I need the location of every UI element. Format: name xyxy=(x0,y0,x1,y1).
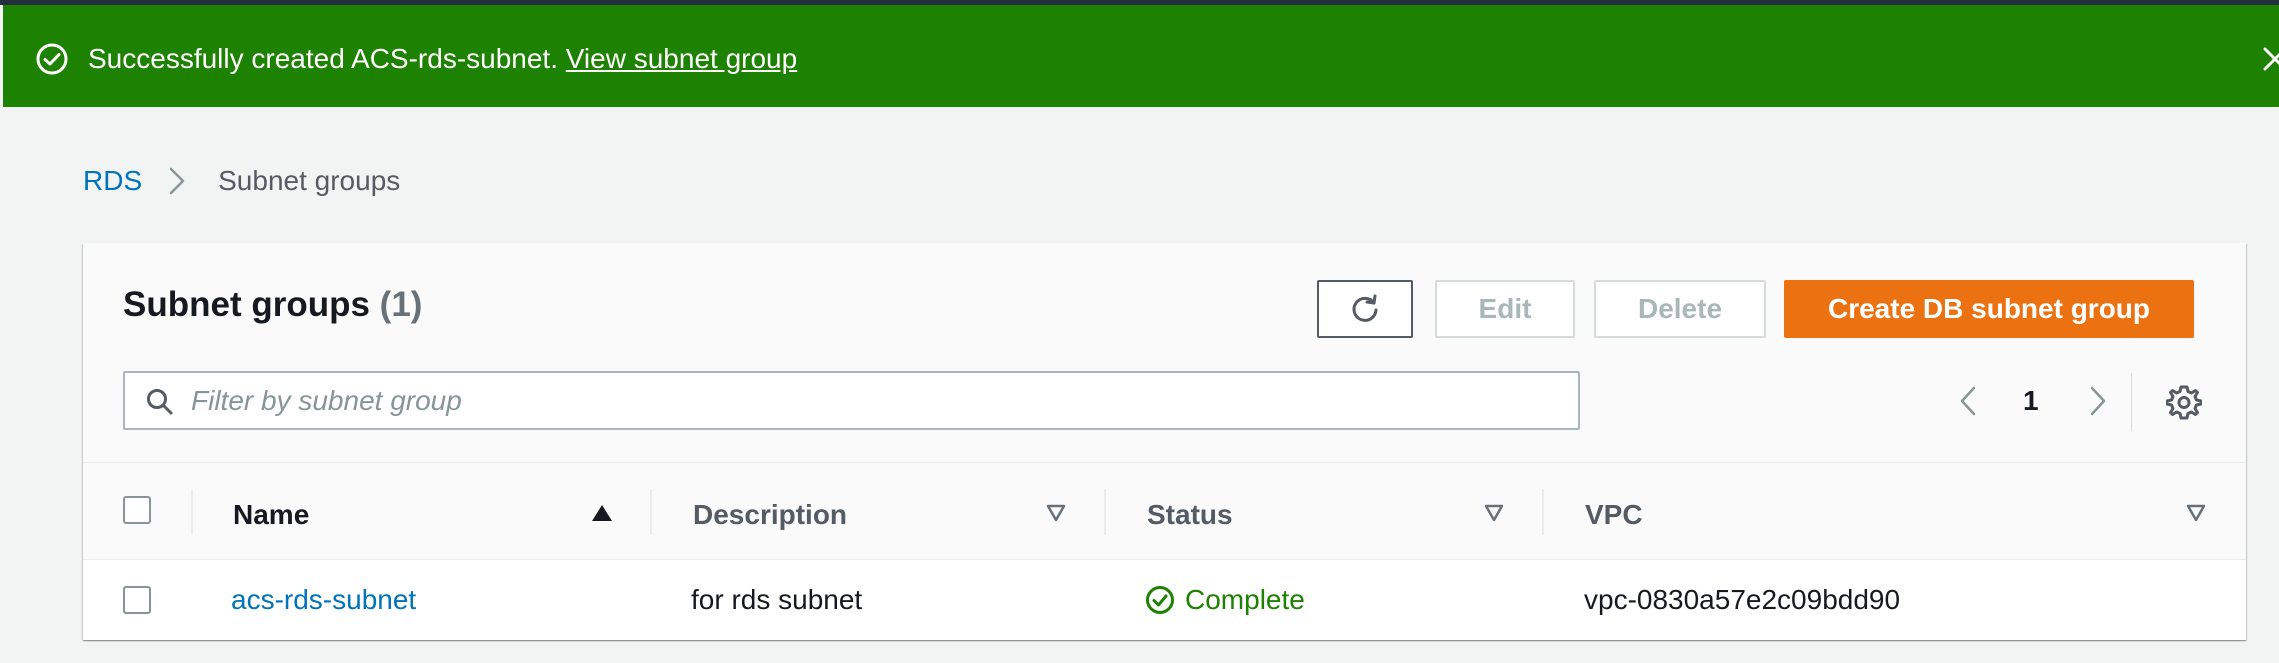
pagination-divider xyxy=(2131,373,2132,431)
row-description: for rds subnet xyxy=(691,584,863,615)
success-circle-icon xyxy=(36,43,68,75)
column-header-name[interactable]: Name xyxy=(233,498,309,532)
chevron-right-icon xyxy=(169,167,185,195)
gear-icon[interactable] xyxy=(2166,384,2202,420)
select-all-checkbox[interactable] xyxy=(123,496,151,524)
table-header: Name Description Status VPC xyxy=(83,463,2246,560)
column-divider xyxy=(650,489,652,535)
pagination-current-page[interactable]: 1 xyxy=(2023,383,2039,419)
column-header-vpc[interactable]: VPC xyxy=(1585,498,1643,532)
search-input[interactable] xyxy=(191,379,1561,423)
sort-icon[interactable] xyxy=(1045,503,1067,523)
refresh-button[interactable] xyxy=(1317,280,1413,338)
column-divider xyxy=(191,489,193,535)
chevron-left-icon[interactable] xyxy=(1956,384,1980,418)
refresh-icon xyxy=(1352,294,1378,322)
table-row: acs-rds-subnet for rds subnet Complete v… xyxy=(83,560,2246,640)
edit-button[interactable]: Edit xyxy=(1435,280,1575,338)
delete-button[interactable]: Delete xyxy=(1594,280,1766,338)
success-flash-banner: Successfully created ACS-rds-subnet. Vie… xyxy=(3,5,2279,107)
sort-ascending-icon[interactable] xyxy=(591,503,613,523)
sort-icon[interactable] xyxy=(1483,503,1505,523)
filter-search-box xyxy=(123,371,1580,430)
breadcrumb-rds-link[interactable]: RDS xyxy=(83,165,142,197)
flash-message-text: Successfully created ACS-rds-subnet. xyxy=(88,43,558,74)
page-title: Subnet groups (1) xyxy=(123,283,422,327)
column-divider xyxy=(1104,489,1106,535)
row-checkbox[interactable] xyxy=(123,586,151,614)
view-subnet-group-link[interactable]: View subnet group xyxy=(566,43,797,74)
sort-icon[interactable] xyxy=(2185,503,2207,523)
breadcrumb: RDS Subnet groups xyxy=(83,163,400,199)
row-status-text: Complete xyxy=(1185,584,1305,615)
subnet-group-name-link[interactable]: acs-rds-subnet xyxy=(231,582,416,618)
row-status: Complete xyxy=(1145,582,1305,618)
panel-header: Subnet groups (1) Edit Delete Create DB … xyxy=(83,243,2246,463)
create-db-subnet-group-button[interactable]: Create DB subnet group xyxy=(1784,280,2194,338)
search-icon xyxy=(147,389,173,415)
row-vpc: vpc-0830a57e2c09bdd90 xyxy=(1584,584,1901,615)
status-success-icon xyxy=(1146,586,1174,614)
flash-message: Successfully created ACS-rds-subnet. Vie… xyxy=(88,41,797,77)
chevron-right-icon[interactable] xyxy=(2086,384,2110,418)
close-icon[interactable] xyxy=(2259,43,2279,75)
subnet-groups-panel: Subnet groups (1) Edit Delete Create DB … xyxy=(83,243,2246,640)
panel-title-count: (1) xyxy=(379,285,423,324)
column-header-status[interactable]: Status xyxy=(1147,498,1233,532)
panel-title-text: Subnet groups xyxy=(123,285,370,324)
breadcrumb-current: Subnet groups xyxy=(218,165,401,196)
column-header-description[interactable]: Description xyxy=(693,498,847,532)
column-divider xyxy=(1542,489,1544,535)
